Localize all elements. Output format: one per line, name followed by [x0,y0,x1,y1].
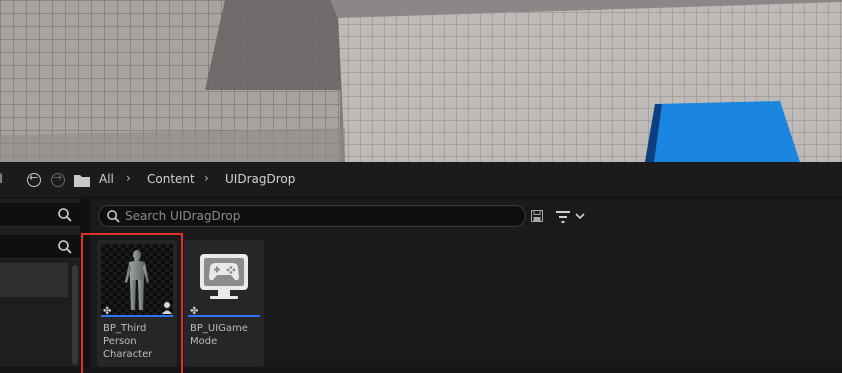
blueprint-type-bar [188,315,260,317]
chevron-right-icon: › [204,171,209,185]
folder-tree-scrollbar[interactable] [72,265,78,365]
viewport-scene [0,0,842,162]
back-button[interactable]: ← [27,171,41,187]
asset-search-field[interactable] [98,205,526,227]
path-bar: ll ← → All › Content › UIDragDrop [0,162,842,198]
search-icon [107,210,120,223]
breadcrumb-all[interactable]: All [99,172,114,186]
chevron-down-icon [575,213,585,220]
sources-panel [0,199,80,367]
arrow-left-icon: ← [29,171,39,184]
gamepad-monitor-icon: ✤ [188,244,260,316]
arrow-right-icon: → [53,171,63,184]
content-browser: ll ← → All › Content › UIDragDrop [0,162,842,373]
asset-tile-bp-uigamemode[interactable]: ✤ BP_UIGame Mode [184,240,264,367]
forward-button[interactable]: → [51,171,65,187]
folder-tree-row[interactable] [0,263,68,297]
selection-highlight [81,233,183,373]
search-icon [58,240,72,254]
asset-label-line: BP_UIGame [190,323,248,334]
asset-search-input[interactable] [125,208,515,224]
breadcrumb-uidragdrop[interactable]: UIDragDrop [225,172,295,186]
save-search-icon[interactable] [531,210,543,222]
sources-search-field[interactable] [0,203,80,227]
asset-label-line: Mode [190,336,218,347]
chevron-right-icon: › [126,171,131,185]
level-viewport[interactable] [0,0,842,162]
breadcrumb-fragment: ll [0,172,3,186]
asset-label: BP_UIGame Mode [190,322,260,348]
search-icon [58,208,72,222]
folder-icon[interactable] [74,174,90,187]
folders-search-field[interactable] [0,235,80,259]
filter-icon[interactable] [555,210,587,224]
breadcrumb-content[interactable]: Content [147,172,195,186]
